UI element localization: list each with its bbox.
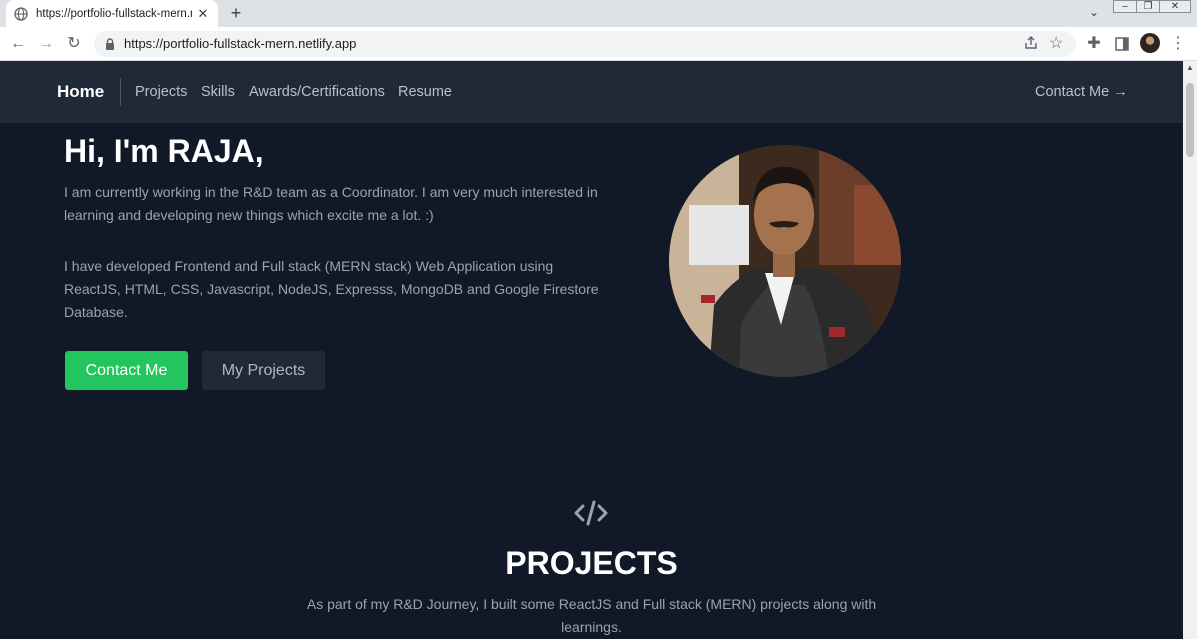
extensions-icon[interactable]: ✚ <box>1084 34 1104 54</box>
window-close-button[interactable]: ✕ <box>1159 0 1191 13</box>
forward-icon[interactable]: → <box>36 34 56 54</box>
nav-link-skills[interactable]: Skills <box>201 84 235 100</box>
nav-contact-label: Contact Me <box>1035 84 1110 100</box>
projects-section-description: As part of my R&D Journey, I built some … <box>306 596 877 635</box>
address-bar[interactable]: https://portfolio-fullstack-mern.netlify… <box>94 31 1076 57</box>
hero-title: Hi, I'm RAJA, <box>64 133 264 169</box>
tab-title: https://portfolio-fullstack-mern.n <box>36 7 192 20</box>
hero-skills-text: I have developed Frontend and Full stack… <box>64 258 599 320</box>
star-icon[interactable]: ☆ <box>1049 33 1063 53</box>
browser-tab[interactable]: https://portfolio-fullstack-mern.n ✕ <box>6 0 218 27</box>
nav-link-resume[interactable]: Resume <box>398 84 452 100</box>
browser-toolbar: ← → ↻ https://portfolio-fullstack-mern.n… <box>0 27 1197 61</box>
nav-divider <box>120 78 121 106</box>
lock-icon[interactable] <box>105 37 115 50</box>
reload-icon[interactable]: ↻ <box>64 34 84 54</box>
projects-section-title: PROJECTS <box>505 545 678 581</box>
page-scrollbar[interactable]: ▲ <box>1183 61 1197 639</box>
window-minimize-button[interactable]: – <box>1113 0 1137 13</box>
window-restore-button[interactable]: ❐ <box>1136 0 1160 13</box>
browser-tabstrip: https://portfolio-fullstack-mern.n ✕ + ⌄… <box>0 0 1197 27</box>
my-projects-button[interactable]: My Projects <box>202 351 325 390</box>
code-icon <box>574 500 608 526</box>
url-text[interactable]: https://portfolio-fullstack-mern.netlify… <box>124 36 356 51</box>
close-icon[interactable]: ✕ <box>196 6 210 22</box>
profile-photo <box>669 145 901 377</box>
site-navbar: Home Projects Skills Awards/Certificatio… <box>0 61 1183 123</box>
nav-contact-link[interactable]: Contact Me → <box>1035 84 1128 100</box>
nav-link-awards[interactable]: Awards/Certifications <box>249 84 385 100</box>
profile-avatar[interactable] <box>1140 33 1160 53</box>
nav-link-projects[interactable]: Projects <box>135 84 187 100</box>
nav-home-link[interactable]: Home <box>57 82 104 102</box>
arrow-right-icon: → <box>1113 84 1128 100</box>
back-icon[interactable]: ← <box>8 34 28 54</box>
tab-search-chevron-icon[interactable]: ⌄ <box>1084 5 1104 23</box>
sidepanel-icon[interactable] <box>1112 34 1132 54</box>
menu-icon[interactable]: ⋮ <box>1168 34 1188 54</box>
contact-me-button[interactable]: Contact Me <box>65 351 188 390</box>
hero-intro: I am currently working in the R&D team a… <box>64 184 598 223</box>
share-icon[interactable] <box>1022 34 1040 52</box>
globe-icon <box>14 6 28 21</box>
scroll-up-icon[interactable]: ▲ <box>1186 63 1194 72</box>
page-viewport: Home Projects Skills Awards/Certificatio… <box>0 61 1183 639</box>
plus-icon[interactable]: + <box>226 3 246 23</box>
scrollbar-thumb[interactable] <box>1186 83 1194 157</box>
